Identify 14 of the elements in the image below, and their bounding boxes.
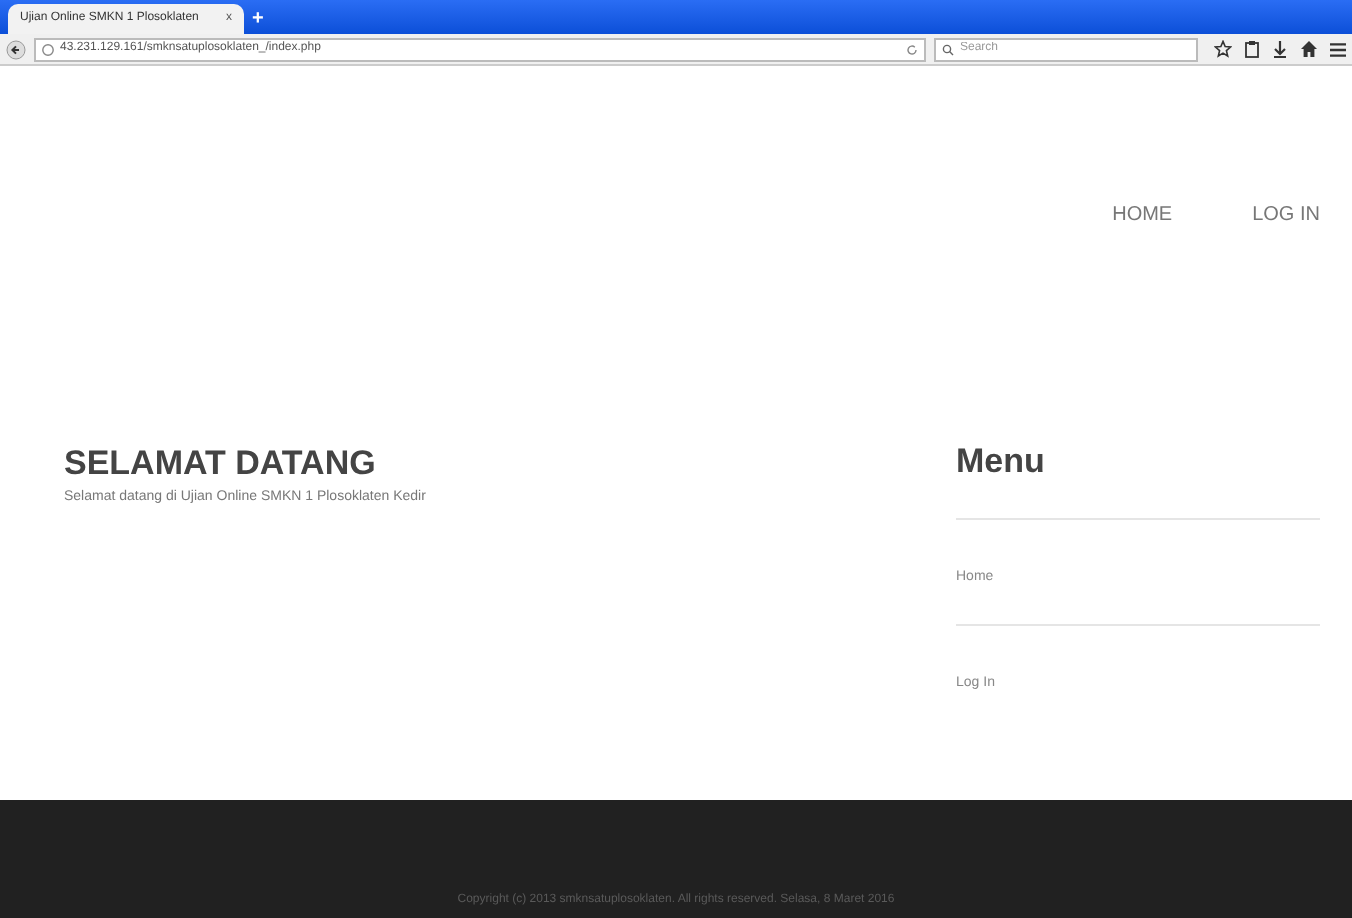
globe-icon xyxy=(42,43,54,55)
reload-icon[interactable] xyxy=(906,43,918,55)
search-icon xyxy=(942,43,954,55)
download-icon[interactable] xyxy=(1272,40,1288,58)
welcome-title: SELAMAT DATANG xyxy=(64,444,378,484)
back-icon[interactable] xyxy=(6,39,26,59)
star-icon[interactable] xyxy=(1214,40,1232,58)
home-icon[interactable] xyxy=(1300,40,1318,58)
nav-link[interactable]: LOG IN xyxy=(1252,200,1320,230)
new-tab-button[interactable]: + xyxy=(252,4,264,34)
nav-link[interactable]: HOME xyxy=(1112,200,1173,230)
menu-icon[interactable] xyxy=(1330,41,1346,57)
clipboard-icon[interactable] xyxy=(1244,40,1260,58)
menu-title: Menu xyxy=(956,440,1320,520)
